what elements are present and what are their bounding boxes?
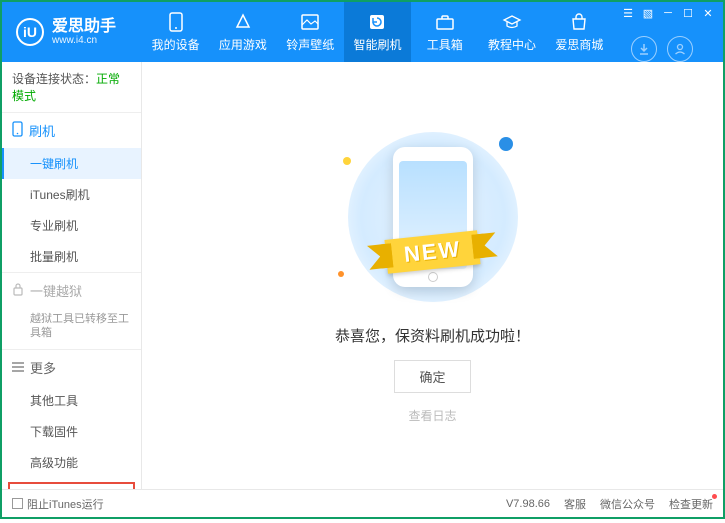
logo-title: 爱思助手 <box>52 18 116 36</box>
sidebar-item-batch-flash[interactable]: 批量刷机 <box>2 241 141 272</box>
header-extra <box>631 36 705 62</box>
deco-dot <box>499 137 513 151</box>
success-message: 恭喜您，保资料刷机成功啦！ <box>335 325 530 346</box>
download-icon[interactable] <box>631 36 657 62</box>
wallpaper-icon <box>300 12 320 32</box>
apps-icon <box>233 12 253 32</box>
top-nav: 我的设备 应用游戏 铃声壁纸 智能刷机 工具箱 教程中心 <box>142 2 613 62</box>
options-highlight-box: ✓ 自动激活 ✓ 跳过向导 <box>8 482 135 489</box>
sidebar-item-download-fw[interactable]: 下载固件 <box>2 416 141 447</box>
nav-label: 智能刷机 <box>353 36 401 53</box>
support-link[interactable]: 客服 <box>564 496 586 512</box>
nav-label: 教程中心 <box>488 36 536 53</box>
close-icon[interactable]: ✕ <box>701 6 715 20</box>
user-icon[interactable] <box>667 36 693 62</box>
section-head-jailbreak: 一键越狱 <box>2 273 141 308</box>
nav-toolbox[interactable]: 工具箱 <box>411 2 478 62</box>
sidebar-item-advanced[interactable]: 高级功能 <box>2 447 141 478</box>
ok-button[interactable]: 确定 <box>394 360 470 393</box>
sidebar-item-oneclick-flash[interactable]: 一键刷机 <box>2 148 141 179</box>
nav-smart-flash[interactable]: 智能刷机 <box>344 2 411 62</box>
deco-dot <box>343 157 351 165</box>
section-jailbreak: 一键越狱 越狱工具已转移至工具箱 <box>2 273 141 350</box>
checkbox-empty-icon <box>12 498 23 509</box>
footer: 阻止iTunes运行 V7.98.66 客服 微信公众号 检查更新 <box>2 489 723 517</box>
window-controls: ☰ ▧ ─ ☐ ✕ <box>613 2 723 24</box>
refresh-icon <box>367 12 387 32</box>
sidebar-item-pro-flash[interactable]: 专业刷机 <box>2 210 141 241</box>
bag-icon <box>569 12 589 32</box>
section-head-flash[interactable]: 刷机 <box>2 113 141 148</box>
nav-my-device[interactable]: 我的设备 <box>142 2 209 62</box>
main-content: NEW 恭喜您，保资料刷机成功啦！ 确定 查看日志 <box>142 62 723 489</box>
section-title: 更多 <box>30 358 56 377</box>
logo-block: iU 爱思助手 www.i4.cn <box>2 2 142 62</box>
lock-icon <box>12 282 24 299</box>
nav-label: 我的设备 <box>152 36 200 53</box>
sidebar-item-other-tools[interactable]: 其他工具 <box>2 385 141 416</box>
logo-subtitle: www.i4.cn <box>52 35 116 46</box>
nav-label: 铃声壁纸 <box>286 36 334 53</box>
conn-label: 设备连接状态： <box>12 72 96 86</box>
view-log-link[interactable]: 查看日志 <box>408 407 456 424</box>
body: 设备连接状态：正常模式 刷机 一键刷机 iTunes刷机 专业刷机 批量刷机 一… <box>2 62 723 489</box>
jailbreak-note: 越狱工具已转移至工具箱 <box>2 308 141 349</box>
app-window: iU 爱思助手 www.i4.cn 我的设备 应用游戏 铃声壁纸 智能刷机 <box>0 0 725 519</box>
logo-icon: iU <box>16 18 44 46</box>
sidebar: 设备连接状态：正常模式 刷机 一键刷机 iTunes刷机 专业刷机 批量刷机 一… <box>2 62 142 489</box>
sidebar-item-itunes-flash[interactable]: iTunes刷机 <box>2 179 141 210</box>
section-title: 一键越狱 <box>30 281 82 300</box>
deco-dot <box>338 271 344 277</box>
phone-home-button <box>428 272 438 282</box>
nav-tutorials[interactable]: 教程中心 <box>478 2 545 62</box>
version-text: V7.98.66 <box>506 498 550 510</box>
header: iU 爱思助手 www.i4.cn 我的设备 应用游戏 铃声壁纸 智能刷机 <box>2 2 723 62</box>
phone-icon <box>166 12 186 32</box>
nav-label: 爱思商城 <box>555 36 603 53</box>
section-title: 刷机 <box>29 121 55 140</box>
nav-apps-games[interactable]: 应用游戏 <box>209 2 276 62</box>
checkbox-block-itunes[interactable]: 阻止iTunes运行 <box>12 496 104 512</box>
connection-status: 设备连接状态：正常模式 <box>2 62 141 113</box>
nav-store[interactable]: 爱思商城 <box>546 2 613 62</box>
section-more: 更多 其他工具 下载固件 高级功能 <box>2 350 141 478</box>
check-update-link[interactable]: 检查更新 <box>669 496 713 512</box>
skin-icon[interactable]: ▧ <box>641 6 655 20</box>
nav-label: 工具箱 <box>427 36 463 53</box>
success-illustration: NEW <box>333 127 533 307</box>
maximize-icon[interactable]: ☐ <box>681 6 695 20</box>
toolbox-icon <box>435 12 455 32</box>
menu-icon[interactable]: ☰ <box>621 6 635 20</box>
phone-small-icon <box>12 121 23 140</box>
footer-label: 阻止iTunes运行 <box>27 496 104 512</box>
footer-right: V7.98.66 客服 微信公众号 检查更新 <box>506 496 713 512</box>
section-flash: 刷机 一键刷机 iTunes刷机 专业刷机 批量刷机 <box>2 113 141 273</box>
minimize-icon[interactable]: ─ <box>661 6 675 20</box>
nav-ringtones[interactable]: 铃声壁纸 <box>277 2 344 62</box>
nav-label: 应用游戏 <box>219 36 267 53</box>
logo-text: 爱思助手 www.i4.cn <box>52 18 116 47</box>
wechat-link[interactable]: 微信公众号 <box>600 496 655 512</box>
graduation-icon <box>502 12 522 32</box>
list-icon <box>12 360 24 375</box>
section-head-more[interactable]: 更多 <box>2 350 141 385</box>
